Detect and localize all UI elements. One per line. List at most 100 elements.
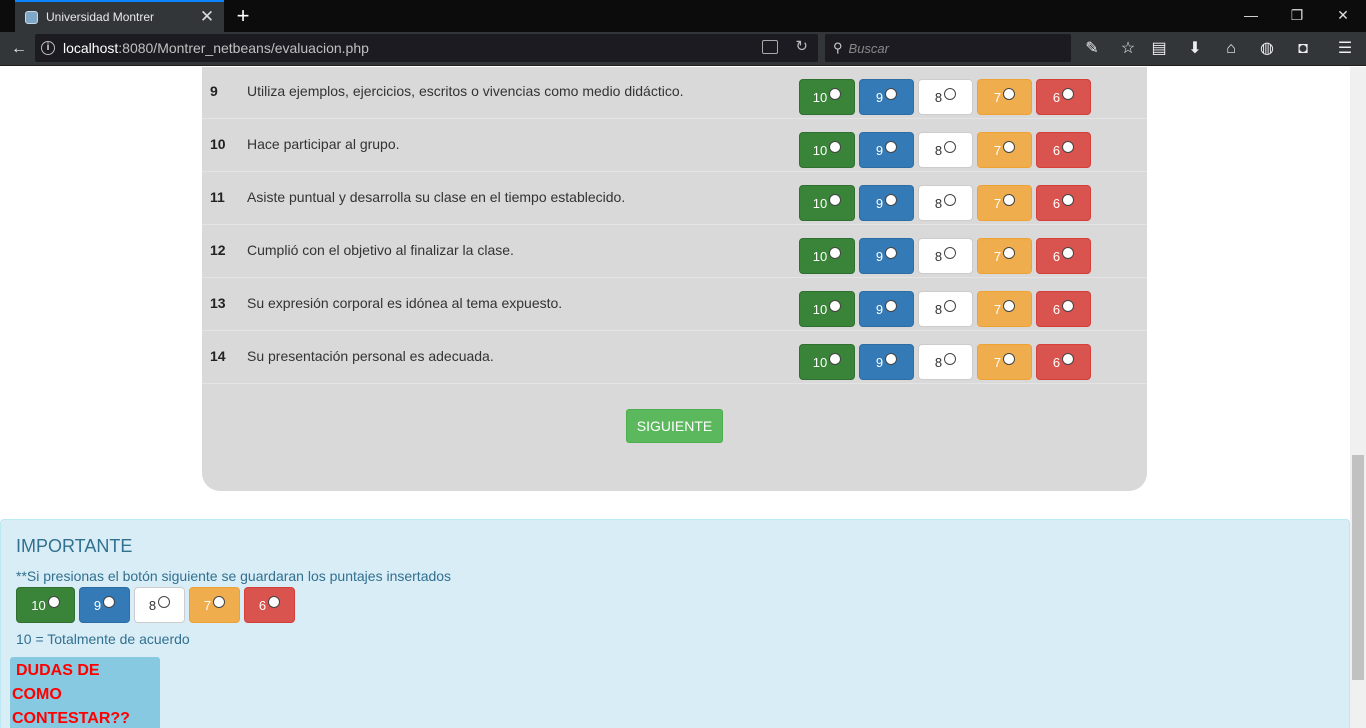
score-option-7[interactable]: 7 xyxy=(977,344,1032,380)
radio-icon[interactable] xyxy=(944,247,957,259)
score-label: 6 xyxy=(1052,248,1061,264)
score-option-10[interactable]: 10 xyxy=(799,79,855,115)
globe-icon[interactable]: ◍ xyxy=(1255,37,1279,61)
reload-icon[interactable]: ↻ xyxy=(795,37,808,55)
score-label: 8 xyxy=(934,89,943,105)
radio-icon xyxy=(213,596,226,608)
new-tab-button[interactable]: + xyxy=(232,3,254,29)
legend-option-9: 9 xyxy=(79,587,130,623)
question-number: 9 xyxy=(210,83,218,99)
back-arrow-icon[interactable]: ← xyxy=(6,36,32,62)
radio-icon[interactable] xyxy=(885,88,898,100)
radio-icon[interactable] xyxy=(885,194,898,206)
score-option-9[interactable]: 9 xyxy=(859,344,914,380)
radio-icon[interactable] xyxy=(1003,141,1016,153)
score-option-10[interactable]: 10 xyxy=(799,132,855,168)
radio-icon[interactable] xyxy=(1003,88,1016,100)
radio-icon xyxy=(47,596,60,608)
question-row: 14 Su presentación personal es adecuada. 1… xyxy=(202,332,1147,384)
question-number: 13 xyxy=(210,295,226,311)
radio-icon[interactable] xyxy=(829,88,842,100)
radio-icon[interactable] xyxy=(1003,194,1016,206)
score-label: 6 xyxy=(1052,142,1061,158)
score-option-10[interactable]: 10 xyxy=(799,238,855,274)
score-option-7[interactable]: 7 xyxy=(977,132,1032,168)
question-number: 12 xyxy=(210,242,226,258)
score-option-9[interactable]: 9 xyxy=(859,185,914,221)
radio-icon[interactable] xyxy=(829,247,842,259)
score-option-6[interactable]: 6 xyxy=(1036,132,1091,168)
score-option-7[interactable]: 7 xyxy=(977,238,1032,274)
radio-icon[interactable] xyxy=(885,247,898,259)
reader-view-icon[interactable] xyxy=(762,40,778,54)
doubts-help-box[interactable]: DUDAS DE COMO CONTESTAR?? xyxy=(10,657,160,728)
page-viewport: 9 Utiliza ejemplos, ejercicios, escritos … xyxy=(0,67,1350,728)
radio-icon[interactable] xyxy=(829,141,842,153)
radio-icon[interactable] xyxy=(944,194,957,206)
download-icon[interactable]: ⬇ xyxy=(1183,37,1207,61)
info-icon[interactable]: i xyxy=(41,41,55,55)
score-options: 10 9 8 7 6 xyxy=(799,79,1091,115)
radio-icon[interactable] xyxy=(1062,353,1075,365)
scrollbar-thumb[interactable] xyxy=(1352,455,1364,680)
score-option-9[interactable]: 9 xyxy=(859,291,914,327)
radio-icon[interactable] xyxy=(944,141,957,153)
score-option-8[interactable]: 8 xyxy=(918,79,973,115)
radio-icon[interactable] xyxy=(885,353,898,365)
pocket-icon[interactable]: ◘ xyxy=(1291,37,1315,61)
score-option-10[interactable]: 10 xyxy=(799,185,855,221)
menu-icon[interactable]: ☰ xyxy=(1333,37,1357,61)
score-option-6[interactable]: 6 xyxy=(1036,238,1091,274)
radio-icon[interactable] xyxy=(944,353,957,365)
radio-icon[interactable] xyxy=(1062,194,1075,206)
score-option-8[interactable]: 8 xyxy=(918,344,973,380)
score-option-10[interactable]: 10 xyxy=(799,344,855,380)
star-icon[interactable]: ☆ xyxy=(1116,37,1140,61)
score-option-8[interactable]: 8 xyxy=(918,132,973,168)
url-bar[interactable]: i localhost :8080/Montrer_netbeans/evalu… xyxy=(35,34,818,62)
score-option-6[interactable]: 6 xyxy=(1036,79,1091,115)
score-option-6[interactable]: 6 xyxy=(1036,185,1091,221)
radio-icon[interactable] xyxy=(1003,353,1016,365)
radio-icon[interactable] xyxy=(1062,247,1075,259)
score-option-8[interactable]: 8 xyxy=(918,291,973,327)
score-option-7[interactable]: 7 xyxy=(977,291,1032,327)
score-option-6[interactable]: 6 xyxy=(1036,291,1091,327)
restore-button[interactable]: ❐ xyxy=(1274,0,1320,32)
radio-icon[interactable] xyxy=(1062,88,1075,100)
score-option-9[interactable]: 9 xyxy=(859,238,914,274)
radio-icon[interactable] xyxy=(1062,141,1075,153)
radio-icon[interactable] xyxy=(944,300,957,312)
evaluation-panel: 9 Utiliza ejemplos, ejercicios, escritos … xyxy=(202,67,1147,491)
score-option-9[interactable]: 9 xyxy=(859,132,914,168)
score-option-8[interactable]: 8 xyxy=(918,185,973,221)
radio-icon[interactable] xyxy=(829,194,842,206)
radio-icon[interactable] xyxy=(829,300,842,312)
radio-icon[interactable] xyxy=(885,141,898,153)
close-tab-icon[interactable]: ✕ xyxy=(198,7,216,27)
close-window-button[interactable]: ✕ xyxy=(1320,0,1366,32)
radio-icon[interactable] xyxy=(1003,300,1016,312)
radio-icon[interactable] xyxy=(885,300,898,312)
legend-option-6: 6 xyxy=(244,587,295,623)
score-option-7[interactable]: 7 xyxy=(977,79,1032,115)
score-option-6[interactable]: 6 xyxy=(1036,344,1091,380)
question-row: 10 Hace participar al grupo. 10 9 8 7 6 xyxy=(202,120,1147,172)
search-icon: ⚲ xyxy=(833,40,843,55)
score-option-8[interactable]: 8 xyxy=(918,238,973,274)
wrench-icon[interactable]: ✎ xyxy=(1080,37,1104,61)
library-icon[interactable]: ▤ xyxy=(1147,37,1171,61)
browser-tab[interactable]: Universidad Montrer ✕ xyxy=(15,0,224,32)
search-input[interactable]: ⚲ Buscar xyxy=(825,34,1071,62)
radio-icon[interactable] xyxy=(944,88,957,100)
question-text: Hace participar al grupo. xyxy=(247,136,400,152)
minimize-button[interactable]: — xyxy=(1228,0,1274,32)
next-button[interactable]: SIGUIENTE xyxy=(626,409,723,443)
score-option-7[interactable]: 7 xyxy=(977,185,1032,221)
radio-icon[interactable] xyxy=(1062,300,1075,312)
radio-icon[interactable] xyxy=(1003,247,1016,259)
score-option-10[interactable]: 10 xyxy=(799,291,855,327)
home-icon[interactable]: ⌂ xyxy=(1219,37,1243,61)
radio-icon[interactable] xyxy=(829,353,842,365)
score-option-9[interactable]: 9 xyxy=(859,79,914,115)
